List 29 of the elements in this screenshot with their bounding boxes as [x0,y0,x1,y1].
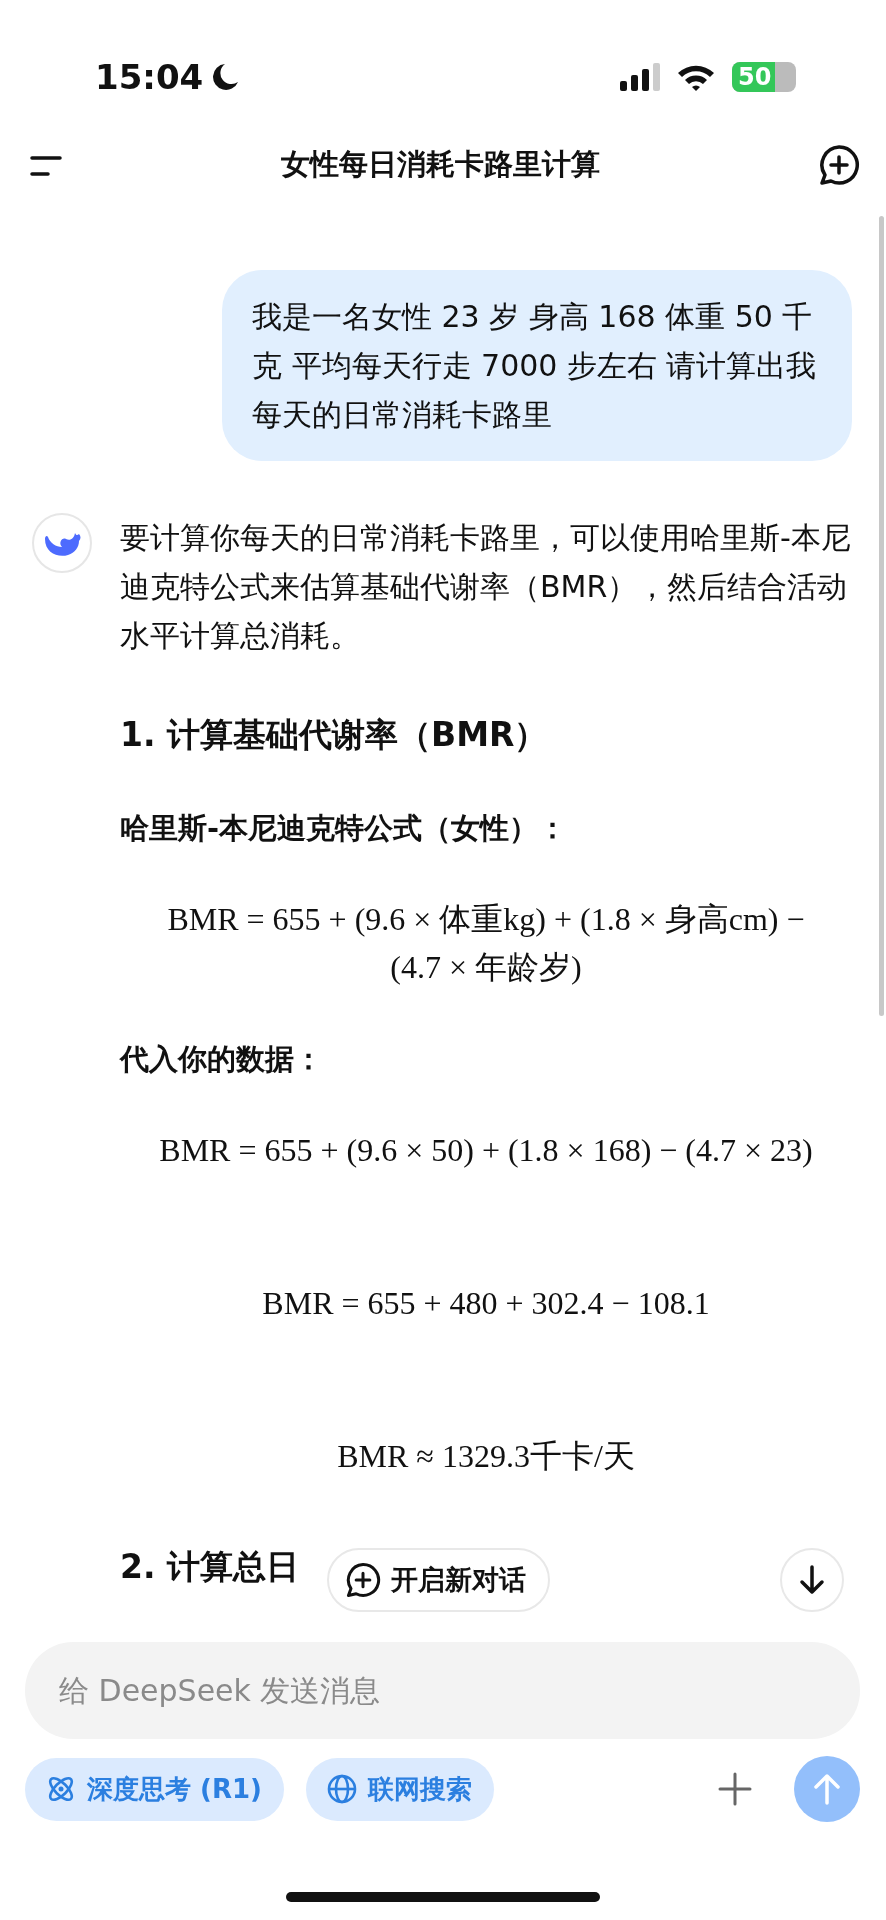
section-heading: 1. 计算基础代谢率（BMR） [120,714,548,756]
math-formula: BMR = 655 + 480 + 302.4 − 108.1 [261,1284,711,1323]
menu-icon [30,154,62,177]
user-message: 我是一名女性 23 岁 身高 168 体重 50 千克 平均每天行走 7000 步左右 请计算出我每天的日常消耗卡路里 [222,270,852,461]
arrow-up-icon [812,1772,842,1806]
battery-indicator: 50 [732,62,796,92]
new-chat-button[interactable]: 开启新对话 [327,1548,550,1612]
attach-button[interactable] [718,1772,752,1806]
globe-icon [325,1773,358,1805]
section-heading: 2. 计算总日 [120,1546,299,1588]
math-formula: BMR ≈ 1329.3千卡/天 [336,1437,636,1476]
deep-think-toggle[interactable]: 深度思考 (R1) [25,1757,284,1821]
new-chat-button[interactable] [818,144,860,186]
plus-icon [718,1772,752,1806]
chat-plus-icon [345,1562,381,1598]
chat-plus-icon [818,144,860,186]
arrow-down-icon [798,1564,826,1596]
menu-button[interactable] [30,153,62,177]
clock-time: 15:04 [95,55,204,99]
formula-label: 代入你的数据： [120,1041,324,1078]
chat-title: 女性每日消耗卡路里计算 [280,146,600,184]
moon-icon [211,62,240,92]
math-formula: BMR = 655 + (9.6 × 体重kg) + (1.8 × 身高cm) − (4.7 × 年龄岁) [166,900,806,987]
message-input[interactable]: 给 DeepSeek 发送消息 [25,1642,860,1739]
web-search-toggle[interactable]: 联网搜索 [305,1757,494,1821]
answer-paragraph: 要计算你每天的日常消耗卡路里，可以使用哈里斯-本尼迪克特公式来估算基础代谢率（BMR），然后结合活动水平计算总消耗。 [120,519,852,655]
math-formula: BMR = 655 + (9.6 × 50) + (1.8 × 168) − (4.7 × 23) [158,1131,814,1170]
formula-label: 哈里斯-本尼迪克特公式（女性）： [120,810,569,847]
signal-icon [620,63,660,91]
